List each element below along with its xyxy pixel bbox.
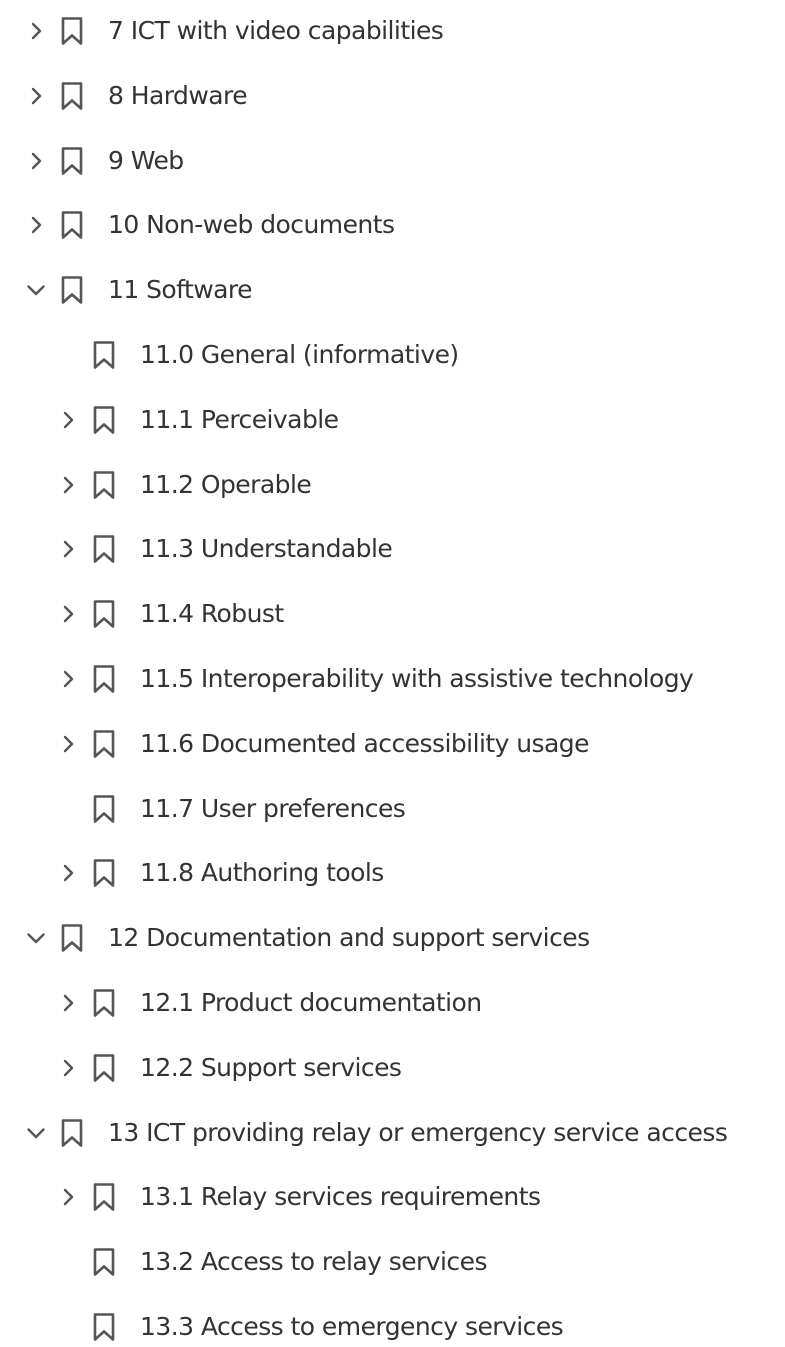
bookmark-icon — [61, 1118, 83, 1147]
bookmark-label: 9 Web — [108, 145, 184, 175]
chevron-right-icon[interactable] — [56, 991, 80, 1015]
bookmark-item-11-1-perceivable[interactable]: 11.1 Perceivable — [0, 400, 785, 440]
bookmark-label: 7 ICT with video capabilities — [108, 16, 444, 45]
bookmark-item-11-6-documented-accessibility-usage[interactable]: 11.6 Documented accessibility usage — [0, 724, 785, 764]
bookmark-item-13-1-relay-services-requirements[interactable]: 13.1 Relay services requirements — [0, 1177, 785, 1217]
bookmark-item-11-3-understandable[interactable]: 11.3 Understandable — [0, 529, 785, 569]
bookmark-label: 11.6 Documented accessibility usage — [140, 728, 590, 758]
bookmark-label: 11.2 Operable — [140, 469, 312, 499]
bookmark-label: 11 Software — [108, 275, 252, 305]
bookmark-item-12-1-product-documentation[interactable]: 12.1 Product documentation — [0, 983, 785, 1023]
bookmark-icon — [93, 535, 115, 564]
bookmark-icon — [61, 81, 83, 110]
bookmark-item-12-2-support-services[interactable]: 12.2 Support services — [0, 1048, 785, 1088]
chevron-right-icon[interactable] — [24, 19, 48, 43]
bookmark-item-13-2-access-to-relay-services[interactable]: 13.2 Access to relay services — [0, 1242, 785, 1282]
bookmark-icon — [61, 924, 83, 952]
bookmark-item-7-ict-with-video-capabilities[interactable]: 7 ICT with video capabilities — [0, 11, 785, 51]
bookmark-label: 11.3 Understandable — [140, 534, 393, 564]
bookmark-label: 11.1 Perceivable — [140, 404, 339, 434]
bookmark-item-12-documentation-and-support-services[interactable]: 12 Documentation and support services — [0, 918, 785, 958]
bookmark-label: 11.8 Authoring tools — [140, 858, 384, 888]
bookmark-icon — [93, 1053, 115, 1082]
bookmark-icon — [93, 1183, 115, 1212]
bookmark-item-13-ict-providing-relay-or-emergency-service-access[interactable]: 13 ICT providing relay or emergency serv… — [0, 1113, 785, 1153]
bookmark-icon — [93, 470, 115, 499]
chevron-down-icon[interactable] — [24, 1121, 48, 1145]
bookmark-icon — [93, 341, 115, 369]
bookmark-label: 10 Non-web documents — [108, 210, 395, 240]
bookmark-label: 13.2 Access to relay services — [140, 1247, 487, 1277]
bookmark-item-11-2-operable[interactable]: 11.2 Operable — [0, 465, 785, 505]
bookmark-icon — [93, 859, 115, 888]
bookmark-icon — [93, 794, 115, 823]
bookmark-label: 11.7 User preferences — [140, 793, 406, 823]
bookmark-tree: 7 ICT with video capabilities 8 Hardware 9… — [0, 0, 785, 1341]
chevron-right-icon[interactable] — [24, 84, 48, 108]
bookmark-item-11-software[interactable]: 11 Software — [0, 270, 785, 310]
bookmark-icon — [93, 600, 115, 628]
bookmark-icon — [93, 1313, 115, 1341]
chevron-down-icon[interactable] — [24, 278, 48, 302]
bookmark-label: 12.1 Product documentation — [140, 988, 482, 1017]
bookmark-label: 12.2 Support services — [140, 1052, 402, 1082]
chevron-right-icon[interactable] — [56, 732, 80, 756]
bookmark-icon — [93, 405, 115, 434]
bookmark-icon — [61, 146, 83, 175]
bookmark-item-11-4-robust[interactable]: 11.4 Robust — [0, 594, 785, 634]
bookmark-item-13-3-access-to-emergency-services[interactable]: 13.3 Access to emergency services — [0, 1307, 785, 1347]
chevron-right-icon[interactable] — [24, 149, 48, 173]
bookmark-label: 12 Documentation and support services — [108, 923, 590, 953]
chevron-right-icon[interactable] — [56, 602, 80, 626]
bookmark-item-8-hardware[interactable]: 8 Hardware — [0, 76, 785, 116]
chevron-right-icon[interactable] — [56, 861, 80, 885]
bookmark-label: 11.4 Robust — [140, 599, 284, 629]
chevron-right-icon[interactable] — [56, 408, 80, 432]
bookmark-label: 13.3 Access to emergency services — [140, 1312, 564, 1341]
bookmark-icon — [93, 665, 115, 693]
chevron-right-icon[interactable] — [56, 473, 80, 497]
bookmark-label: 13.1 Relay services requirements — [140, 1182, 541, 1212]
bookmark-item-9-web[interactable]: 9 Web — [0, 141, 785, 181]
bookmark-item-11-7-user-preferences[interactable]: 11.7 User preferences — [0, 789, 785, 829]
bookmark-item-11-5-interoperability-with-assistive-technology[interactable]: 11.5 Interoperability with assistive tec… — [0, 659, 785, 699]
bookmark-item-10-non-web-documents[interactable]: 10 Non-web documents — [0, 205, 785, 245]
chevron-right-icon[interactable] — [56, 1185, 80, 1209]
bookmark-icon — [61, 211, 83, 240]
bookmark-icon — [93, 989, 115, 1017]
chevron-right-icon[interactable] — [56, 537, 80, 561]
bookmark-icon — [61, 17, 83, 45]
chevron-right-icon[interactable] — [24, 213, 48, 237]
bookmark-icon — [93, 1248, 115, 1276]
chevron-right-icon[interactable] — [56, 1056, 80, 1080]
bookmark-label: 8 Hardware — [108, 80, 248, 110]
bookmark-label: 13 ICT providing relay or emergency serv… — [108, 1117, 728, 1147]
chevron-right-icon[interactable] — [56, 667, 80, 691]
bookmark-icon — [93, 729, 115, 758]
bookmark-icon — [61, 276, 83, 304]
bookmark-label: 11.5 Interoperability with assistive tec… — [140, 664, 694, 693]
bookmark-label: 11.0 General (informative) — [140, 340, 459, 369]
bookmark-item-11-0-general-informative[interactable]: 11.0 General (informative) — [0, 335, 785, 375]
chevron-down-icon[interactable] — [24, 926, 48, 950]
bookmark-item-11-8-authoring-tools[interactable]: 11.8 Authoring tools — [0, 853, 785, 893]
